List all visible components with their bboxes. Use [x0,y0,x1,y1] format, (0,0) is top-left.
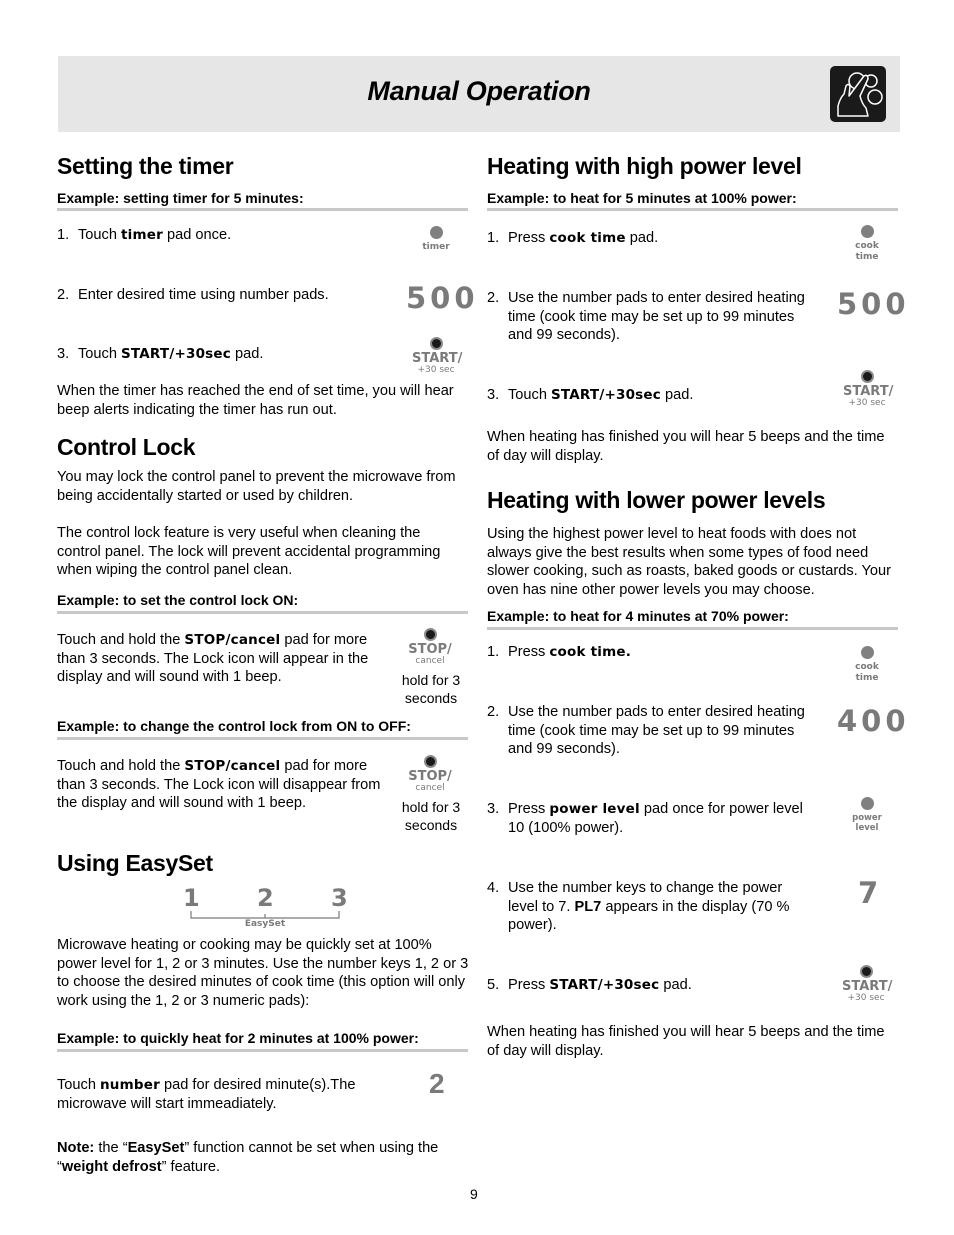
divider [57,1049,468,1052]
section-title-high-power: Heating with high power level [487,153,802,179]
start-pad: START/ +30 sec [842,965,892,1003]
cook-time-pad-icon [860,646,874,659]
section-title-control-lock: Control Lock [57,434,196,460]
cook-time-pad-icon [860,225,874,238]
power-level-pad: power level [848,797,886,833]
lower-power-step-3: 3. Press power level pad once for power … [487,801,803,836]
display-digits: 7 [858,876,879,910]
hold-instruction: hold for 3 seconds [401,799,461,833]
high-power-step-2: 2. Use the number pads to enter desired … [487,290,805,343]
hand-touch-icon [830,66,886,122]
timer-example: Example: setting timer for 5 minutes: [57,190,304,206]
display-digits: 2 [429,1068,445,1099]
cook-time-pad: cook time [850,225,884,263]
easyset-key-3: 3 [331,884,348,912]
divider [487,627,898,630]
start-pad-icon [429,337,443,350]
divider [487,208,898,211]
timer-pad: timer [418,226,454,253]
easyset-keys-graphic: 1 2 3 EasySet [180,884,350,934]
easyset-key-1: 1 [183,884,200,912]
control-lock-para-1: You may lock the control panel to preven… [57,469,456,504]
stop-pad-icon [423,755,437,768]
high-power-example: Example: to heat for 5 minutes at 100% p… [487,190,797,206]
easyset-note: Note: the “EasySet” function cannot be s… [57,1140,439,1175]
power-level-pad-icon [860,797,874,810]
stop-cancel-pad: STOP/ cancel [408,628,452,666]
start-pad-icon [859,965,873,978]
high-power-footer: When heating has finished you will hear … [487,429,885,464]
divider [57,737,468,740]
lower-power-step-1: 1. Press cook time. [487,644,632,660]
easyset-label: EasySet [244,919,286,929]
display-digits: 500 [406,281,479,315]
display-digits: 500 [837,287,910,321]
lower-power-step-5: 5. Press START/+30sec pad. [487,977,692,993]
page-title: Manual Operation [367,76,591,106]
stop-cancel-pad: STOP/ cancel [408,755,452,793]
easyset-para: Microwave heating or cooking may be quic… [57,937,469,1009]
control-lock-on-text: Touch and hold the STOP/cancel pad for m… [57,632,369,685]
lower-power-step-2: 2. Use the number pads to enter desired … [487,704,805,757]
lower-power-example: Example: to heat for 4 minutes at 70% po… [487,608,789,624]
high-power-step-3: 3. Touch START/+30sec pad. [487,387,694,403]
display-digits: 400 [837,704,910,738]
easyset-key-2: 2 [257,884,274,912]
divider [57,208,468,211]
start-pad-icon [860,370,874,383]
start-pad: START/ +30 sec [843,370,893,408]
control-lock-off-text: Touch and hold the STOP/cancel pad for m… [57,758,381,811]
easyset-example: Example: to quickly heat for 2 minutes a… [57,1030,419,1046]
hold-instruction: hold for 3 seconds [401,672,461,706]
cook-time-pad: cook time [850,646,884,684]
timer-step-2: 2. Enter desired time using number pads. [57,287,329,303]
lower-power-para: Using the highest power level to heat fo… [487,526,891,598]
divider [57,611,468,614]
start-pad: START/ +30 sec [412,337,462,375]
stop-pad-icon [423,628,437,641]
control-lock-example-off: Example: to change the control lock from… [57,718,411,734]
timer-step-1: 1. Touch timer pad once. [57,227,232,243]
timer-pad-icon [429,226,443,239]
control-lock-example-on: Example: to set the control lock ON: [57,592,299,608]
lower-power-footer: When heating has finished you will hear … [487,1024,885,1059]
control-lock-para-2: The control lock feature is very useful … [57,525,441,578]
page-header: Manual Operation [58,56,900,132]
easyset-step: Touch number pad for desired minute(s).T… [57,1077,356,1112]
page-number: 9 [470,1186,478,1202]
high-power-step-1: 1. Press cook time pad. [487,230,659,246]
section-title-lower-power: Heating with lower power levels [487,487,826,513]
section-title-timer: Setting the timer [57,153,234,179]
timer-step-3: 3. Touch START/+30sec pad. [57,346,264,362]
timer-footer: When the timer has reached the end of se… [57,383,454,418]
section-title-easyset: Using EasySet [57,850,213,876]
lower-power-step-4: 4. Use the number keys to change the pow… [487,880,790,933]
